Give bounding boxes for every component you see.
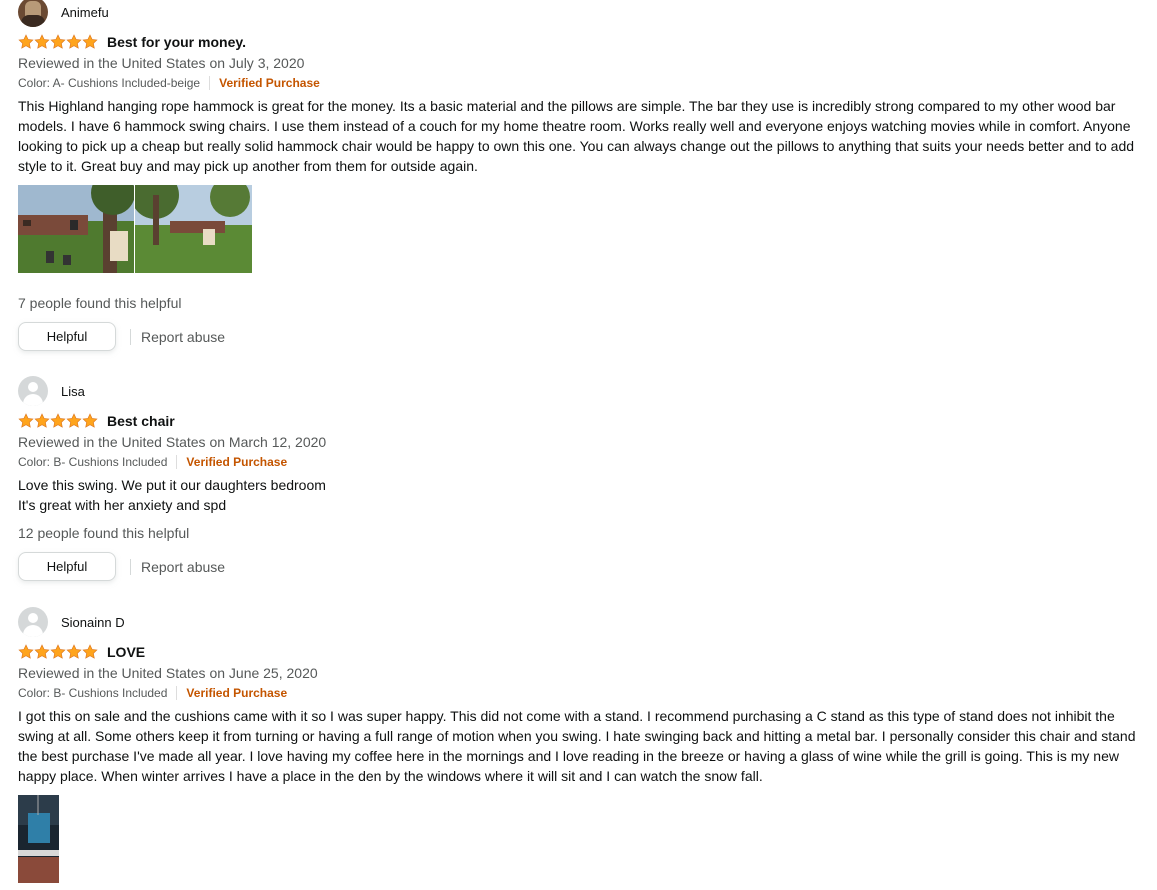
verified-purchase-badge: Verified Purchase xyxy=(186,455,288,469)
review-body-text: I got this on sale and the cushions came… xyxy=(18,708,1136,784)
reviewer-profile[interactable]: Animefu xyxy=(18,0,1143,27)
helpful-count: 12 people found this helpful xyxy=(18,525,190,541)
review-date: Reviewed in the United States on June 25… xyxy=(18,665,318,681)
review-1: Animefu Best for your money. Reviewed in… xyxy=(18,0,1143,352)
review-title[interactable]: LOVE xyxy=(107,644,145,660)
star-icon xyxy=(82,413,98,428)
divider xyxy=(130,558,131,575)
profile-name[interactable]: Sionainn D xyxy=(61,615,125,630)
star-icon xyxy=(18,413,34,428)
review-date: Reviewed in the United States on July 3,… xyxy=(18,55,305,71)
review-2: Lisa Best chair Reviewed in the United S… xyxy=(18,376,1143,582)
report-abuse-link[interactable]: Report abuse xyxy=(141,559,225,575)
variant-link[interactable]: Color: B- Cushions Included xyxy=(18,452,167,472)
avatar[interactable] xyxy=(18,0,48,27)
review-image-thumbnail[interactable] xyxy=(18,795,59,883)
reviewer-profile[interactable]: Sionainn D xyxy=(18,607,1143,637)
review-3: Sionainn D LOVE Reviewed in the United S… xyxy=(18,607,1143,883)
variant-link[interactable]: Color: B- Cushions Included xyxy=(18,683,167,703)
divider xyxy=(209,76,211,90)
verified-purchase-badge: Verified Purchase xyxy=(219,76,320,90)
review-date: Reviewed in the United States on March 1… xyxy=(18,434,327,450)
review-body-text: It's great with her anxiety and spd xyxy=(18,497,227,513)
avatar[interactable] xyxy=(18,376,48,406)
star-icon xyxy=(66,34,82,49)
star-icon xyxy=(34,34,50,49)
review-body: This Highland hanging rope hammock is gr… xyxy=(18,96,1143,176)
profile-name[interactable]: Animefu xyxy=(61,5,109,20)
star-icon xyxy=(18,644,34,659)
star-icon xyxy=(82,34,98,49)
avatar[interactable] xyxy=(18,607,48,637)
helpful-button[interactable]: Helpful xyxy=(18,322,116,351)
star-icon xyxy=(34,644,50,659)
review-body-text: This Highland hanging rope hammock is gr… xyxy=(18,98,1135,174)
review-title[interactable]: Best for your money. xyxy=(107,34,246,50)
star-icon xyxy=(66,644,82,659)
divider xyxy=(130,328,131,345)
review-body-text: Love this swing. We put it our daughters… xyxy=(18,477,326,493)
review-body: Love this swing. We put it our daughters… xyxy=(18,475,1143,515)
star-icon xyxy=(66,413,82,428)
star-rating[interactable] xyxy=(18,34,98,50)
star-icon xyxy=(18,34,34,49)
star-icon xyxy=(50,34,66,49)
verified-purchase-badge: Verified Purchase xyxy=(186,686,288,700)
variant-link[interactable]: Color: A- Cushions Included-beige xyxy=(18,73,200,93)
review-image-thumbnail[interactable] xyxy=(18,185,134,273)
review-title[interactable]: Best chair xyxy=(107,413,175,429)
star-icon xyxy=(50,644,66,659)
profile-name[interactable]: Lisa xyxy=(61,384,85,399)
report-abuse-link[interactable]: Report abuse xyxy=(141,329,225,345)
divider xyxy=(176,686,178,700)
divider xyxy=(176,455,178,469)
review-body: I got this on sale and the cushions came… xyxy=(18,706,1143,786)
star-icon xyxy=(50,413,66,428)
star-icon xyxy=(34,413,50,428)
review-images xyxy=(18,185,1143,273)
helpful-count: 7 people found this helpful xyxy=(18,295,182,311)
star-rating[interactable] xyxy=(18,644,98,660)
star-icon xyxy=(82,644,98,659)
helpful-button[interactable]: Helpful xyxy=(18,552,116,581)
review-image-thumbnail[interactable] xyxy=(135,185,252,273)
star-rating[interactable] xyxy=(18,413,98,429)
review-images xyxy=(18,795,1143,883)
reviewer-profile[interactable]: Lisa xyxy=(18,376,1143,406)
